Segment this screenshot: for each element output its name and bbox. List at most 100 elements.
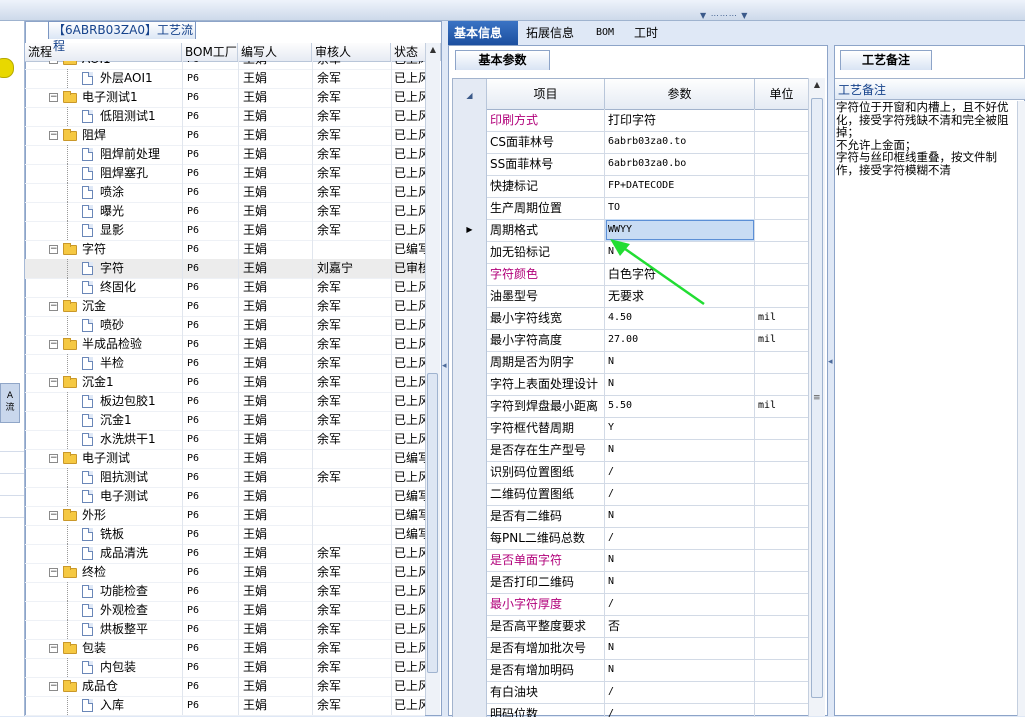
param-value-cell[interactable]: / [605,483,755,505]
param-value-cell[interactable]: N [605,373,755,395]
params-row[interactable]: 字符上表面处理设计 N [453,373,809,396]
params-row[interactable]: 快捷标记 FP+DATECODE [453,175,809,198]
tree-row[interactable]: 功能检查 P6 王娟 余军 已上风 [25,582,425,602]
params-row[interactable]: 最小字符高度 27.00 mil [453,329,809,352]
tree-row[interactable]: 内包装 P6 王娟 余军 已上风 [25,658,425,678]
tree-row[interactable]: − 阻焊 P6 王娟 余军 已上风 [25,126,425,146]
tree-row[interactable]: 字符 P6 王娟 刘嘉宁 已审核 [25,259,425,279]
collapse-toggle-icon[interactable]: − [49,93,58,102]
param-value-cell[interactable]: 27.00 [605,329,755,351]
collapse-toggle-icon[interactable]: − [49,378,58,387]
params-col-header[interactable]: 单位 [755,79,809,109]
params-row[interactable]: 字符框代替周期 Y [453,417,809,440]
tab-extended-info[interactable]: 拓展信息 [520,21,588,45]
tree-row[interactable]: 曝光 P6 王娟 余军 已上风 [25,202,425,222]
tab-work-hours[interactable]: 工时 [628,21,674,45]
scroll-up-icon[interactable]: ▲ [810,80,824,89]
tree-row[interactable]: 阻焊前处理 P6 王娟 余军 已上风 [25,145,425,165]
params-row[interactable]: 是否单面字符 N [453,549,809,572]
tree-row[interactable]: 终固化 P6 王娟 余军 已上风 [25,278,425,298]
row-selector[interactable] [453,197,487,219]
params-row[interactable]: 是否有增加批次号 N [453,637,809,660]
row-selector[interactable]: ▶ [453,219,487,241]
tree-row[interactable]: 低阻测试1 P6 王娟 余军 已上风 [25,107,425,127]
param-value-cell[interactable]: 4.50 [605,307,755,329]
tree-row[interactable]: − 电子测试1 P6 王娟 余军 已上风 [25,88,425,108]
row-selector[interactable] [453,637,487,659]
params-row[interactable]: 生产周期位置 TO [453,197,809,220]
row-selector[interactable] [453,175,487,197]
row-selector[interactable] [453,241,487,263]
row-selector[interactable] [453,307,487,329]
collapse-right-icon[interactable]: ◂ [828,357,833,367]
collapse-toggle-icon[interactable]: − [49,245,58,254]
tree-row[interactable]: 喷涂 P6 王娟 余军 已上风 [25,183,425,203]
param-value-cell[interactable]: / [605,461,755,483]
tree-row[interactable]: − 包装 P6 王娟 余军 已上风 [25,639,425,659]
params-row[interactable]: 最小字符线宽 4.50 mil [453,307,809,330]
tree-row[interactable]: 铣板 P6 王娟 已编写 [25,525,425,545]
param-value-cell[interactable]: N [605,505,755,527]
collapse-left-icon[interactable]: ◂ [442,361,447,371]
tree-row[interactable]: − 字符 P6 王娟 已编写 [25,240,425,260]
row-selector[interactable] [453,593,487,615]
params-col-header[interactable]: 参数 [605,79,755,109]
params-row[interactable]: CS面菲林号 6abrb03za0.to [453,131,809,154]
params-row[interactable]: 是否有增加明码 N [453,659,809,682]
collapse-toggle-icon[interactable]: − [49,131,58,140]
tree-row[interactable]: − 沉金 P6 王娟 余军 已上风 [25,297,425,317]
splitter-grip-icon[interactable]: ▼ ⋯⋯⋯ ▼ [700,12,780,20]
params-row[interactable]: 每PNL二维码总数 / [453,527,809,550]
tree-col-header[interactable]: 审核人 [312,43,391,61]
tree-row[interactable]: 半检 P6 王娟 余军 已上风 [25,354,425,374]
status-indicator-icon[interactable] [0,58,14,78]
row-selector[interactable] [453,505,487,527]
tree-row[interactable]: 阻焊塞孔 P6 王娟 余军 已上风 [25,164,425,184]
collapse-toggle-icon[interactable]: − [49,644,58,653]
params-scrollbar[interactable]: ▲ ≡ [808,78,825,716]
collapse-toggle-icon[interactable]: − [49,302,58,311]
collapse-toggle-icon[interactable]: − [49,454,58,463]
row-selector[interactable] [453,659,487,681]
tree-row[interactable]: 外观检查 P6 王娟 余军 已上风 [25,601,425,621]
notes-scrollbar[interactable] [1017,101,1025,716]
params-row[interactable]: 最小字符厚度 / [453,593,809,616]
tree-row[interactable]: 喷砂 P6 王娟 余军 已上风 [25,316,425,336]
param-value-cell[interactable]: / [605,703,755,717]
param-value-cell[interactable]: N [605,439,755,461]
row-selector[interactable] [453,439,487,461]
collapsed-tab[interactable]: A 流 [0,383,20,423]
row-selector[interactable] [453,395,487,417]
row-selector[interactable] [453,461,487,483]
row-selector[interactable] [453,263,487,285]
tree-row[interactable]: 沉金1 P6 王娟 余军 已上风 [25,411,425,431]
row-selector[interactable] [453,571,487,593]
row-selector[interactable] [453,373,487,395]
params-row[interactable]: SS面菲林号 6abrb03za0.bo [453,153,809,176]
param-value-cell[interactable]: N [605,351,755,373]
params-row[interactable]: 二维码位置图纸 / [453,483,809,506]
basic-params-tab[interactable]: 基本参数 [455,50,550,70]
notes-tab[interactable]: 工艺备注 [840,50,932,70]
param-value-cell[interactable]: FP+DATECODE [605,175,755,197]
param-value-cell[interactable]: / [605,527,755,549]
tree-row[interactable]: 显影 P6 王娟 余军 已上风 [25,221,425,241]
tab-bom[interactable]: BOM [590,21,628,45]
tree-row[interactable]: 外层AOI1 P6 王娟 余军 已上风 [25,69,425,89]
param-value-cell[interactable]: N [605,637,755,659]
tree-col-header[interactable]: 流程 [25,43,182,61]
tree-row[interactable]: 成品清洗 P6 王娟 余军 已上风 [25,544,425,564]
param-value-cell[interactable]: N [605,549,755,571]
row-selector[interactable] [453,131,487,153]
collapse-toggle-icon[interactable]: − [49,682,58,691]
collapse-toggle-icon[interactable]: − [49,340,58,349]
row-selector[interactable] [453,329,487,351]
tab-basic-info[interactable]: 基本信息 [448,21,518,45]
row-selector[interactable] [453,483,487,505]
tree-row[interactable]: − 外形 P6 王娟 已编写 [25,506,425,526]
tree-scrollbar[interactable]: ▲ [425,43,440,715]
param-value-cell[interactable]: 5.50 [605,395,755,417]
row-selector[interactable] [453,549,487,571]
process-tree-tab[interactable]: 【6ABRB03ZA0】工艺流程 [48,21,196,53]
param-value-cell[interactable]: N [605,659,755,681]
